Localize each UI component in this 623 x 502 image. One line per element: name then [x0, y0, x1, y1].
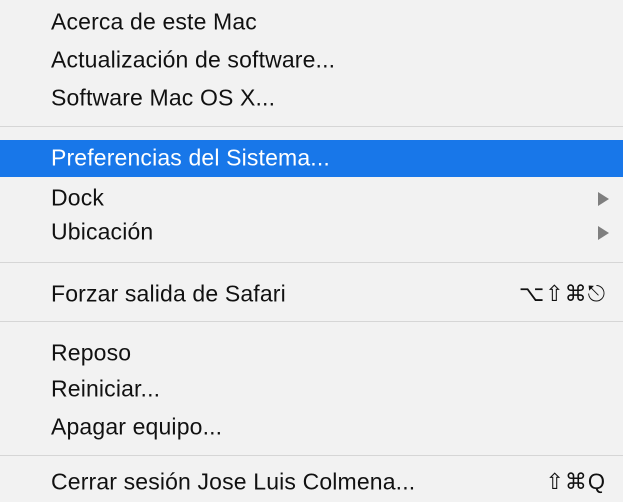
menu-item-about-this-mac[interactable]: Acerca de este Mac [0, 4, 623, 41]
menu-item-label: Software Mac OS X... [51, 84, 276, 111]
menu-item-mac-os-x-software[interactable]: Software Mac OS X... [0, 80, 623, 117]
chevron-right-icon [598, 191, 609, 206]
menu-item-software-update[interactable]: Actualización de software... [0, 42, 623, 79]
menu-item-restart[interactable]: Reiniciar... [0, 371, 623, 408]
menu-item-label: Preferencias del Sistema... [51, 144, 330, 171]
menu-item-dock[interactable]: Dock [0, 180, 623, 217]
menu-item-label: Actualización de software... [51, 46, 336, 73]
menu-item-label: Ubicación [51, 218, 154, 245]
menu-separator [0, 321, 623, 322]
menu-separator [0, 455, 623, 456]
menu-item-label: Dock [51, 184, 105, 211]
menu-separator [0, 126, 623, 127]
keyboard-shortcut: ⌥⇧⌘⎋ [518, 280, 606, 306]
menu-item-label: Forzar salida de Safari [51, 280, 286, 307]
menu-item-label: Reposo [51, 339, 132, 366]
menu-item-shut-down[interactable]: Apagar equipo... [0, 409, 623, 446]
menu-item-label: Apagar equipo... [51, 413, 223, 440]
menu-item-label: Reiniciar... [51, 375, 161, 402]
menu-separator [0, 262, 623, 263]
menu-item-label: Acerca de este Mac [51, 8, 257, 35]
menu-item-system-preferences[interactable]: Preferencias del Sistema... [0, 140, 623, 177]
menu-item-sleep[interactable]: Reposo [0, 335, 623, 372]
menu-item-label: Cerrar sesión Jose Luis Colmena... [51, 468, 416, 495]
menu-item-log-out[interactable]: Cerrar sesión Jose Luis Colmena... ⇧⌘Q [0, 464, 623, 501]
apple-menu: Acerca de este Mac Actualización de soft… [0, 0, 623, 502]
menu-item-force-quit-safari[interactable]: Forzar salida de Safari ⌥⇧⌘⎋ [0, 276, 623, 313]
keyboard-shortcut: ⇧⌘Q [545, 468, 606, 494]
menu-item-location[interactable]: Ubicación [0, 214, 623, 251]
chevron-right-icon [598, 225, 609, 240]
